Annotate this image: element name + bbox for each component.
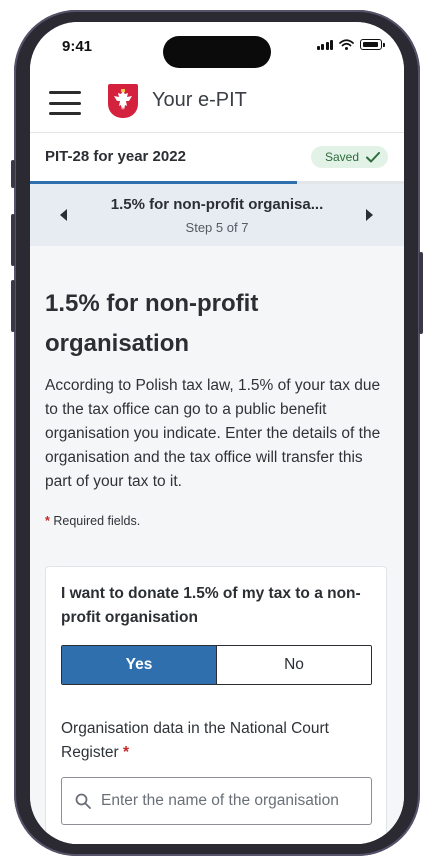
donation-card: I want to donate 1.5% of my tax to a non… [45, 566, 387, 844]
organisation-search[interactable] [61, 777, 372, 825]
intro-text: According to Polish tax law, 1.5% of you… [45, 377, 381, 490]
volume-up-button [11, 214, 15, 266]
action-button [11, 160, 15, 188]
organisation-field-label: Organisation data in the National Court … [61, 717, 361, 765]
saved-badge: Saved [310, 146, 388, 168]
dynamic-island [163, 36, 271, 68]
organisation-label-text: Organisation data in the National Court … [61, 720, 329, 761]
checkmark-icon [366, 151, 380, 162]
step-counter: Step 5 of 7 [185, 220, 249, 235]
step-title: 1.5% for non-profit organisa... [110, 196, 324, 213]
form-header: PIT-28 for year 2022 Saved [30, 133, 404, 181]
app-header: Your e-PIT [30, 74, 404, 133]
organisation-search-input[interactable] [99, 791, 371, 811]
status-icons [316, 39, 385, 50]
required-note: * Required fields. [45, 514, 140, 528]
no-button[interactable]: No [217, 646, 371, 684]
chevron-right-icon[interactable] [360, 206, 378, 224]
main-content: 1.5% for non-profit organisation Accordi… [30, 246, 404, 844]
donation-question: I want to donate 1.5% of my tax to a non… [61, 585, 361, 626]
yes-button[interactable]: Yes [62, 646, 217, 684]
power-button [419, 252, 423, 334]
volume-down-button [11, 280, 15, 332]
signal-icon [316, 39, 333, 50]
hamburger-icon[interactable] [49, 91, 81, 115]
required-asterisk: * [45, 514, 50, 528]
polish-eagle-icon [108, 84, 138, 118]
saved-label: Saved [324, 150, 359, 164]
phone-screen: 9:41 Your e-PIT PIT-28 for year 2022 Sav… [30, 22, 404, 844]
required-note-text: Required fields. [53, 514, 141, 528]
form-title: PIT-28 for year 2022 [45, 148, 186, 165]
search-icon [75, 793, 91, 809]
status-bar: 9:41 [30, 22, 404, 74]
wifi-icon [339, 39, 354, 50]
page-title: 1.5% for non-profit organisation [45, 290, 259, 357]
battery-icon [360, 39, 385, 50]
app-title: Your e-PIT [152, 89, 247, 111]
step-navigator: 1.5% for non-profit organisa... Step 5 o… [30, 184, 404, 246]
required-asterisk: * [123, 744, 130, 761]
status-time: 9:41 [62, 38, 93, 55]
yes-no-toggle: Yes No [61, 645, 372, 685]
chevron-left-icon[interactable] [55, 206, 73, 224]
